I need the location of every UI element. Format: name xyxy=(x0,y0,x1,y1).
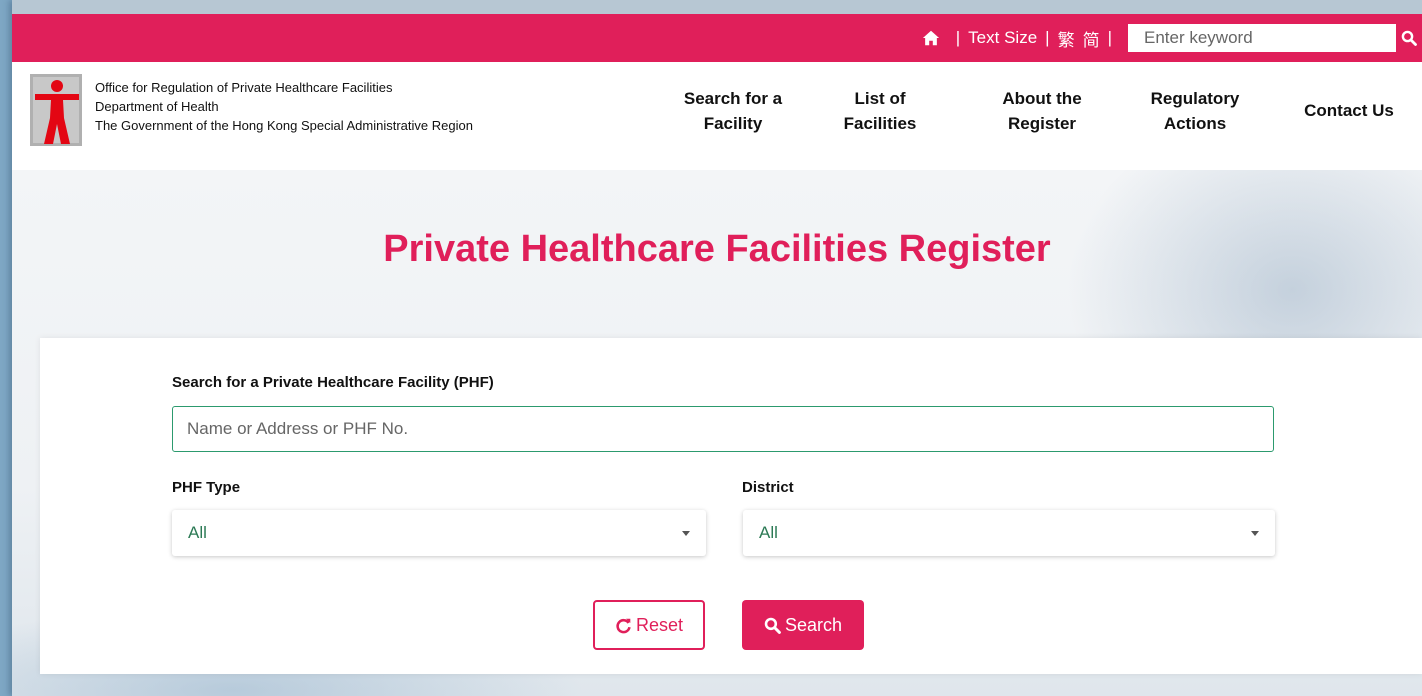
separator: | xyxy=(1045,28,1050,47)
nav-label: Facilities xyxy=(843,114,917,133)
utility-links: | Text Size | 繁 简 | xyxy=(922,24,1422,52)
district-label: District xyxy=(742,479,794,496)
lang-traditional-link[interactable]: 繁 xyxy=(1058,26,1075,51)
keyword-search-input[interactable] xyxy=(1128,24,1396,52)
search-label: Search xyxy=(784,614,843,635)
nav-contact-us[interactable]: Contact Us xyxy=(1296,98,1402,123)
chevron-down-icon xyxy=(682,531,690,536)
search-icon xyxy=(764,617,781,634)
site-header: Office for Regulation of Private Healthc… xyxy=(12,62,1422,170)
phf-type-select[interactable]: All xyxy=(172,510,706,556)
nav-label: Register xyxy=(1007,114,1077,133)
nav-label: Regulatory xyxy=(1150,89,1240,108)
org-line: The Government of the Hong Kong Special … xyxy=(95,118,473,133)
search-field-label: Search for a Private Healthcare Facility… xyxy=(172,374,494,391)
facility-search-input[interactable] xyxy=(172,406,1274,452)
nav-label: Search for a xyxy=(683,89,783,108)
nav-label: Facility xyxy=(703,114,763,133)
page-title: Private Healthcare Facilities Register xyxy=(383,228,1051,270)
text-size-link[interactable]: Text Size xyxy=(968,28,1037,48)
phf-type-label: PHF Type xyxy=(172,479,241,496)
search-form-card: Search for a Private Healthcare Facility… xyxy=(40,338,1422,674)
separator: | xyxy=(1107,28,1112,47)
chevron-down-icon xyxy=(1251,531,1259,536)
reset-label: Reset xyxy=(635,614,684,635)
reset-button[interactable]: Reset xyxy=(593,600,705,650)
nav-label: Actions xyxy=(1163,114,1227,133)
nav-regulatory-actions[interactable]: Regulatory Actions xyxy=(1145,86,1245,136)
org-line: Department of Health xyxy=(95,99,219,114)
lang-simplified-link[interactable]: 简 xyxy=(1083,26,1100,51)
nav-search-facility[interactable]: Search for a Facility xyxy=(680,86,786,136)
separator: | xyxy=(955,28,961,47)
browser-page: | Text Size | 繁 简 | Office for Regulat xyxy=(12,0,1422,696)
nav-label: About the xyxy=(1002,89,1082,108)
nav-label: Contact Us xyxy=(1304,101,1394,120)
phf-type-value: All xyxy=(188,523,207,542)
search-icon xyxy=(1401,30,1417,46)
organization-name: Office for Regulation of Private Healthc… xyxy=(95,78,473,135)
nav-list-of-facilities[interactable]: List of Facilities xyxy=(835,86,925,136)
keyword-search-button[interactable] xyxy=(1396,24,1422,52)
refresh-icon xyxy=(616,618,631,633)
top-utility-bar: | Text Size | 繁 简 | xyxy=(12,0,1422,62)
district-value: All xyxy=(759,523,778,542)
department-of-health-logo-icon[interactable] xyxy=(30,74,82,146)
nav-label: List of xyxy=(854,89,906,108)
org-line: Office for Regulation of Private Healthc… xyxy=(95,80,393,95)
home-icon[interactable] xyxy=(922,29,940,47)
search-button[interactable]: Search xyxy=(742,600,864,650)
district-select[interactable]: All xyxy=(743,510,1275,556)
nav-about-register[interactable]: About the Register xyxy=(994,86,1090,136)
